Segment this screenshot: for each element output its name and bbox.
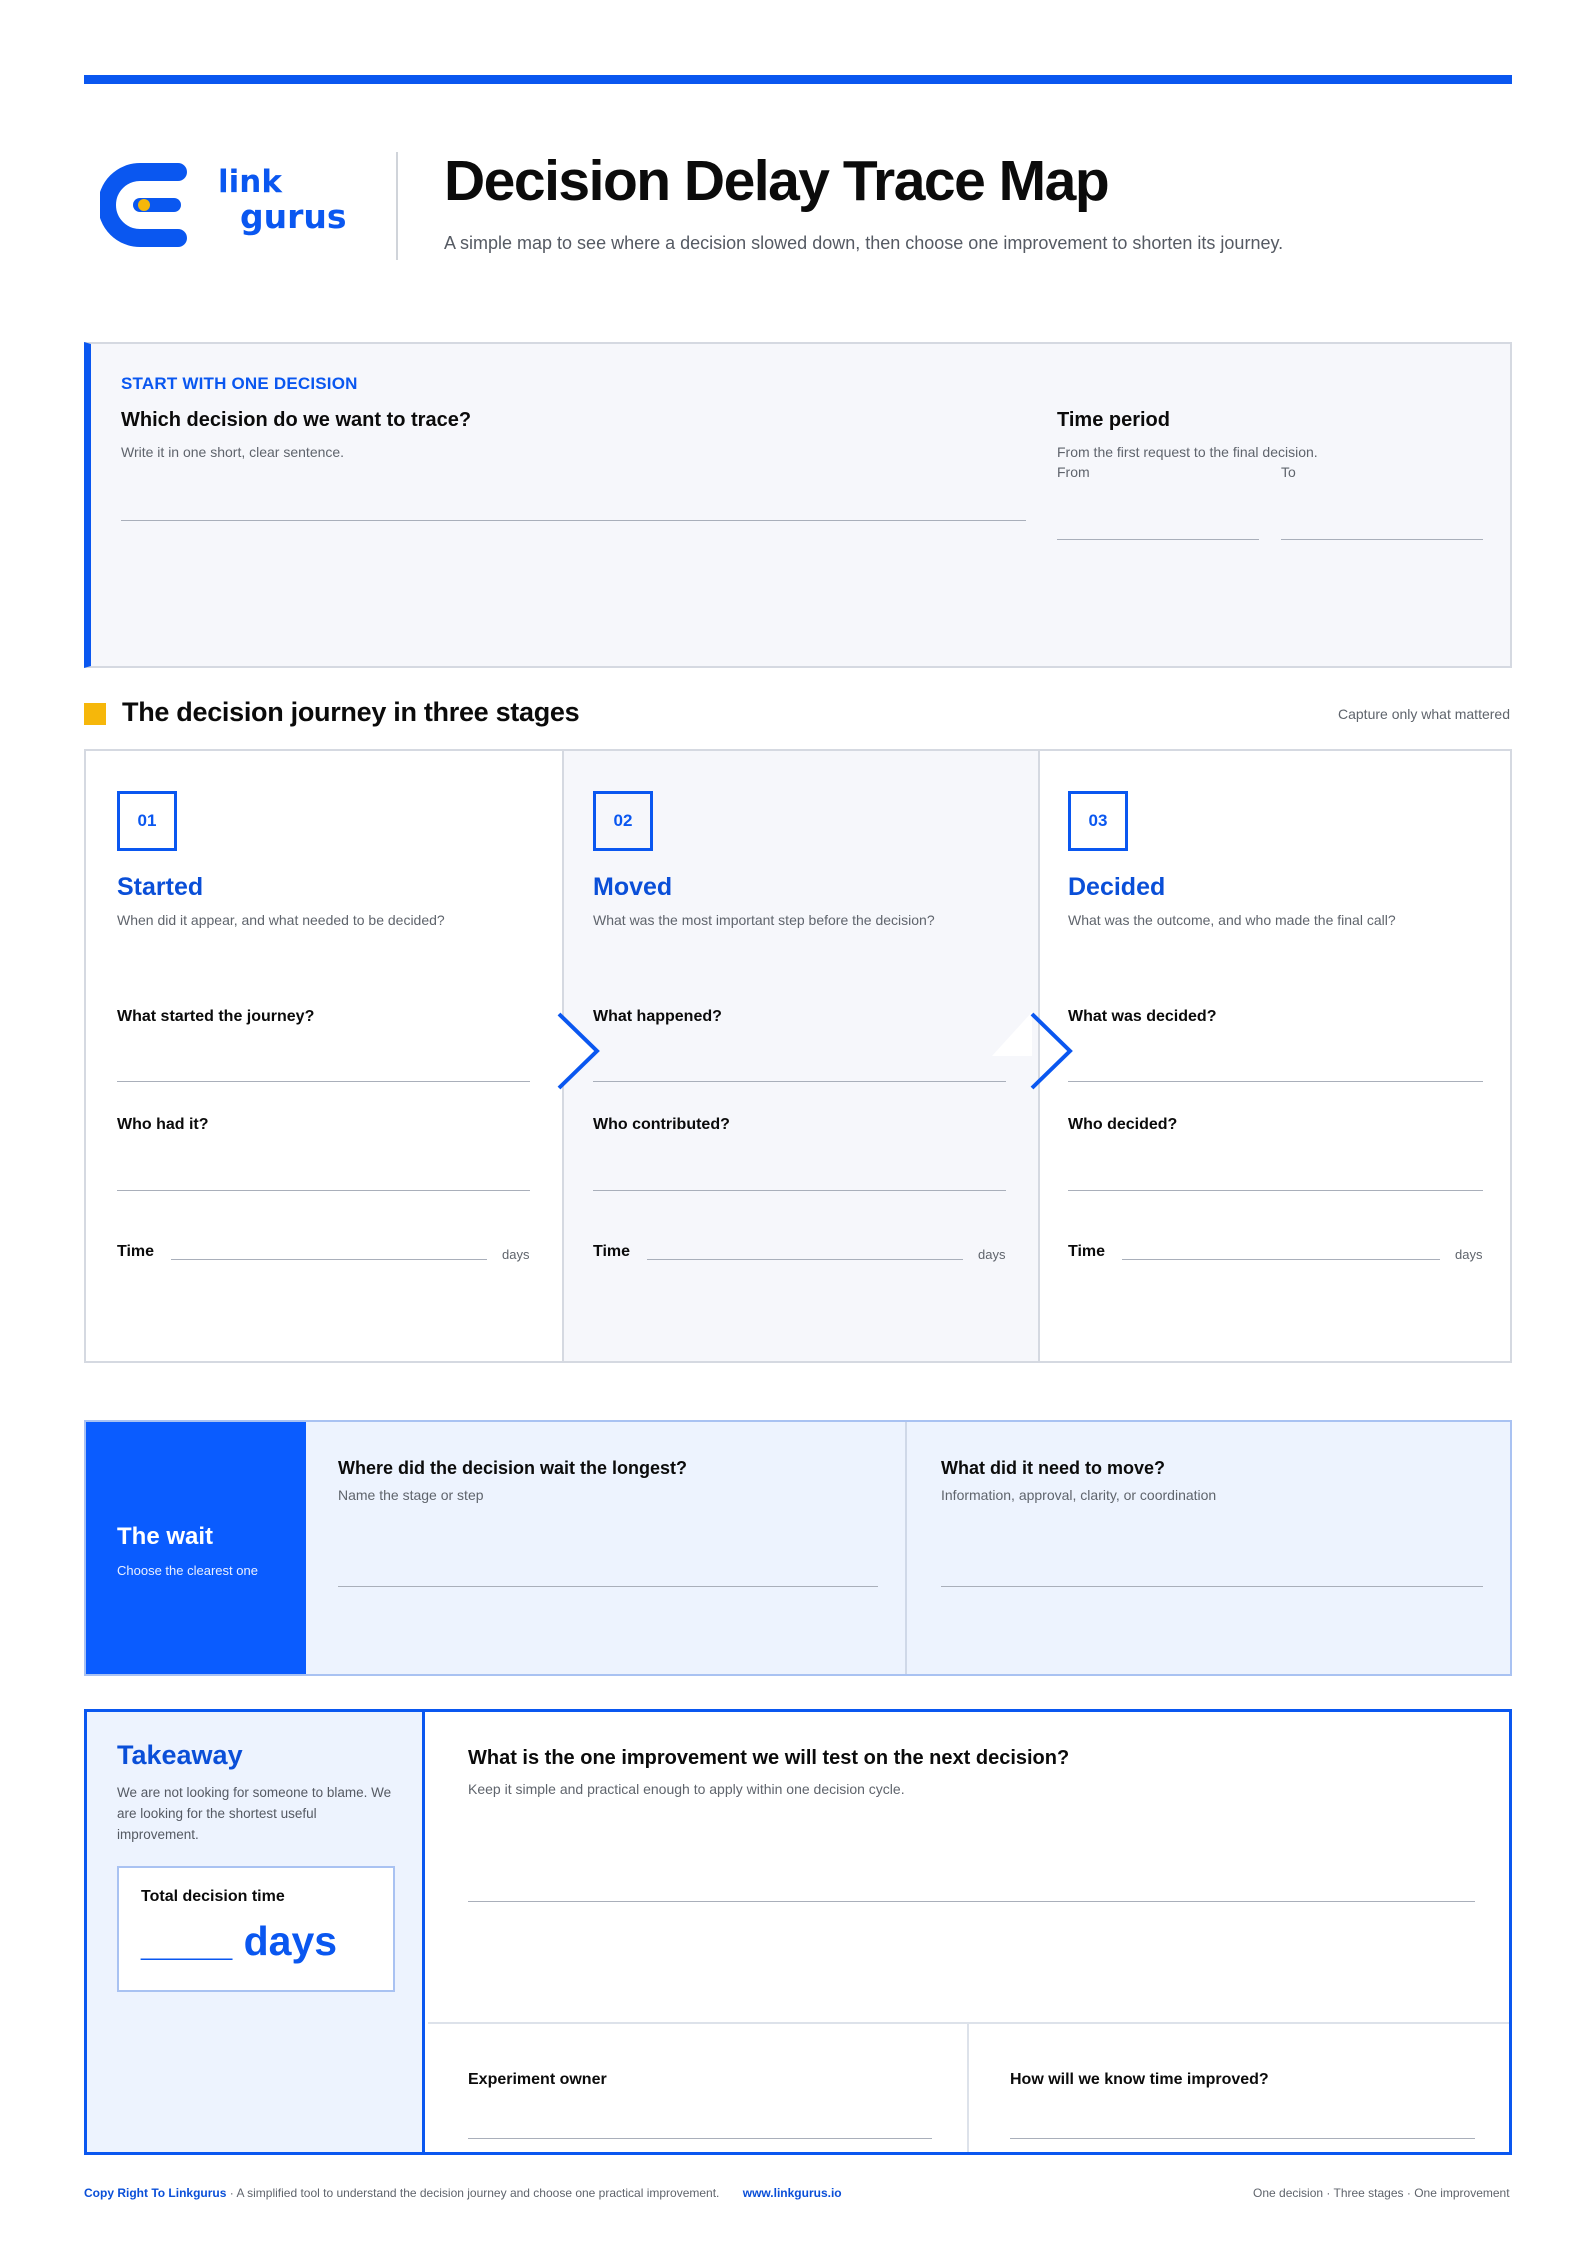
stage-title-started: Started [117, 873, 204, 901]
total-time-label: Total decision time [141, 1888, 285, 1905]
stage-time-line-decided[interactable] [1122, 1259, 1440, 1260]
journey-title: The decision journey in three stages [122, 697, 580, 727]
journey-grid [84, 749, 1512, 1363]
stage-time-unit-moved: days [978, 1247, 1006, 1262]
footer-left: Copy Right To Linkgurus · A simplified t… [84, 2186, 842, 2200]
stage-time-line-started[interactable] [171, 1259, 487, 1260]
stage-q1-decided: What was decided? [1068, 1008, 1217, 1025]
experiment-owner-label: Experiment owner [468, 2071, 607, 2088]
chevron-right-icon [992, 1012, 1073, 1090]
footer-description: · A simplified tool to understand the de… [226, 2186, 720, 2200]
time-period-hint: From the first request to the final deci… [1057, 444, 1318, 460]
stage-q2-line-decided[interactable] [1068, 1190, 1483, 1191]
wait-q2-line[interactable] [941, 1586, 1483, 1587]
stage-prompt-decided: What was the outcome, and who made the f… [1068, 912, 1396, 928]
stage-time-label-moved: Time [593, 1243, 631, 1260]
svg-text:gurus: gurus [240, 197, 347, 236]
to-input-line[interactable] [1281, 539, 1483, 540]
decision-hint: Write it in one short, clear sentence. [121, 444, 345, 460]
stage-q2-started: Who had it? [117, 1116, 209, 1133]
to-label: To [1281, 464, 1296, 480]
stage-number-03: 03 [1068, 791, 1128, 851]
stage-q1-line-started[interactable] [117, 1081, 530, 1082]
stage-q1-line-decided[interactable] [1068, 1081, 1483, 1082]
footer-copyright: Copy Right To Linkgurus [84, 2186, 227, 2200]
stage-q1-moved: What happened? [593, 1008, 722, 1025]
footer-url[interactable]: www.linkgurus.io [743, 2186, 842, 2200]
stage-prompt-started: When did it appear, and what needed to b… [117, 912, 445, 928]
stage-q2-line-started[interactable] [117, 1190, 530, 1191]
takeaway-text: We are not looking for someone to blame.… [117, 1785, 392, 1842]
stage-prompt-moved: What was the most important step before … [593, 912, 935, 928]
stage-time-unit-decided: days [1455, 1247, 1483, 1262]
wait-q2-hint: Information, approval, clarity, or coord… [941, 1487, 1217, 1503]
stage-number-01: 01 [117, 791, 177, 851]
stage-time-unit-started: days [502, 1247, 530, 1262]
wait-title: The wait [117, 1523, 214, 1550]
section-marker [84, 703, 106, 725]
stage-time-label-decided: Time [1068, 1243, 1106, 1260]
wait-divider [905, 1422, 907, 1674]
stage-q2-decided: Who decided? [1068, 1116, 1178, 1133]
measure-line[interactable] [1010, 2138, 1475, 2139]
page-subtitle: A simple map to see where a decision slo… [444, 233, 1284, 253]
wait-q1: Where did the decision wait the longest? [338, 1458, 688, 1478]
takeaway-title: Takeaway [117, 1740, 243, 1770]
linkgurus-logo-icon: link gurus [98, 163, 347, 247]
stage-q2-moved: Who contributed? [593, 1116, 730, 1133]
stage-q2-line-moved[interactable] [593, 1190, 1006, 1191]
linkgurus-logo: link gurus [98, 150, 368, 260]
decision-input-line[interactable] [121, 520, 1026, 521]
decision-question: Which decision do we want to trace? [121, 409, 472, 431]
from-label: From [1057, 464, 1090, 480]
page-title: Decision Delay Trace Map [444, 149, 1110, 213]
measure-label: How will we know time improved? [1010, 2071, 1269, 2088]
svg-text:link: link [218, 164, 283, 200]
stage-time-line-moved[interactable] [647, 1259, 963, 1260]
top-accent-bar [84, 75, 1512, 84]
stage-q1-line-moved[interactable] [593, 1081, 1006, 1082]
total-time-value[interactable]: ____ days [141, 1918, 337, 1965]
stage-number-02: 02 [593, 791, 653, 851]
takeaway-column-divider [967, 2024, 969, 2152]
stage-title-decided: Decided [1068, 873, 1166, 901]
start-kicker: START WITH ONE DECISION [121, 374, 358, 393]
from-input-line[interactable] [1057, 539, 1259, 540]
wait-q1-hint: Name the stage or step [338, 1487, 484, 1503]
wait-q2: What did it need to move? [941, 1458, 1165, 1478]
wait-subtitle: Choose the clearest one [117, 1563, 258, 1578]
wait-q1-line[interactable] [338, 1586, 878, 1587]
improvement-input-line[interactable] [468, 1901, 1475, 1902]
header-divider [396, 152, 398, 260]
stage-title-moved: Moved [593, 873, 673, 901]
time-period-title: Time period [1057, 409, 1170, 431]
stage-time-label-started: Time [117, 1243, 155, 1260]
improvement-question: What is the one improvement we will test… [468, 1747, 1070, 1769]
stage-q1-started: What started the journey? [117, 1008, 315, 1025]
chevron-right-icon [557, 1012, 600, 1090]
experiment-owner-line[interactable] [468, 2138, 932, 2139]
footer-tagline: One decision · Three stages · One improv… [1253, 2186, 1510, 2200]
improvement-hint: Keep it simple and practical enough to a… [468, 1781, 905, 1797]
journey-note: Capture only what mattered [1338, 706, 1510, 722]
